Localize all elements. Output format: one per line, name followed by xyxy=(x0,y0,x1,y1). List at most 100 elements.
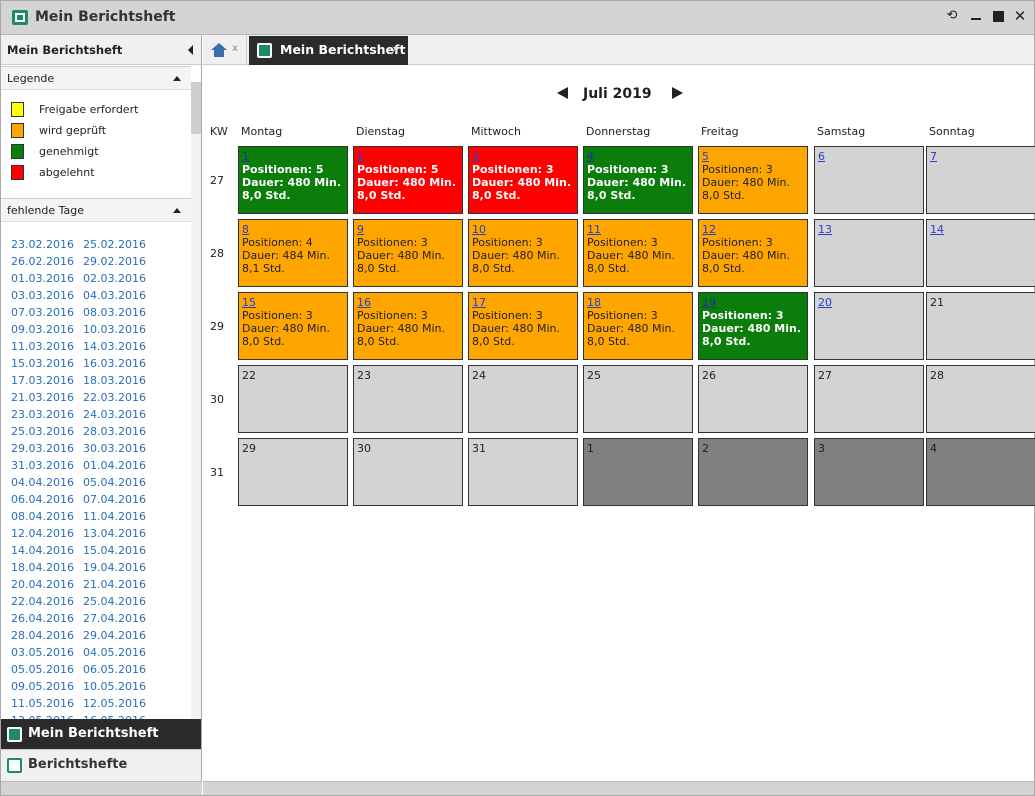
nav-mein-berichtsheft[interactable]: Mein Berichtsheft xyxy=(1,719,201,749)
calendar-day-cell[interactable]: 3 Positionen: 3 Dauer: 480 Min. 8,0 Std. xyxy=(468,146,578,214)
calendar-day-cell[interactable]: 12 Positionen: 3 Dauer: 480 Min. 8,0 Std. xyxy=(698,219,808,287)
calendar-day-cell[interactable]: 1 Positionen: 5 Dauer: 480 Min. 8,0 Std. xyxy=(238,146,348,214)
missing-day-date[interactable]: 15.04.2016 xyxy=(83,544,146,557)
day-number[interactable]: 5 xyxy=(702,150,709,163)
day-number[interactable]: 15 xyxy=(242,296,256,309)
close-icon[interactable]: ✕ xyxy=(1012,8,1028,24)
missing-days-section-header[interactable]: fehlende Tage xyxy=(1,198,191,222)
missing-day-date[interactable]: 06.05.2016 xyxy=(83,663,146,676)
calendar-day-cell[interactable]: 11 Positionen: 3 Dauer: 480 Min. 8,0 Std. xyxy=(583,219,693,287)
day-number[interactable]: 8 xyxy=(242,223,249,236)
missing-day-date[interactable]: 04.04.2016 xyxy=(11,476,74,489)
missing-day-date[interactable]: 02.03.2016 xyxy=(83,272,146,285)
day-number[interactable]: 14 xyxy=(930,223,944,236)
calendar-day-cell[interactable]: 8 Positionen: 4 Dauer: 484 Min. 8,1 Std. xyxy=(238,219,348,287)
missing-day-date[interactable]: 11.05.2016 xyxy=(11,697,74,710)
minimize-icon[interactable] xyxy=(968,8,984,24)
collapse-missing-days-icon[interactable] xyxy=(173,208,181,213)
day-number[interactable]: 17 xyxy=(472,296,486,309)
missing-day-date[interactable]: 18.04.2016 xyxy=(11,561,74,574)
missing-day-date[interactable]: 22.04.2016 xyxy=(11,595,74,608)
nav-berichtshefte[interactable]: Berichtshefte xyxy=(1,749,201,781)
day-number[interactable]: 13 xyxy=(818,223,832,236)
missing-day-date[interactable]: 28.04.2016 xyxy=(11,629,74,642)
day-number[interactable]: 12 xyxy=(702,223,716,236)
calendar-day-cell[interactable]: 2 Positionen: 5 Dauer: 480 Min. 8,0 Std. xyxy=(353,146,463,214)
missing-day-date[interactable]: 26.02.2016 xyxy=(11,255,74,268)
missing-day-date[interactable]: 05.05.2016 xyxy=(11,663,74,676)
sidebar-scrollbar[interactable] xyxy=(191,82,201,720)
calendar-day-cell[interactable]: 20 xyxy=(814,292,924,360)
missing-day-date[interactable]: 01.04.2016 xyxy=(83,459,146,472)
missing-day-date[interactable]: 09.03.2016 xyxy=(11,323,74,336)
day-number[interactable]: 4 xyxy=(587,150,594,163)
day-number[interactable]: 10 xyxy=(472,223,486,236)
missing-day-date[interactable]: 08.04.2016 xyxy=(11,510,74,523)
calendar-day-cell[interactable]: 17 Positionen: 3 Dauer: 480 Min. 8,0 Std. xyxy=(468,292,578,360)
day-number[interactable]: 20 xyxy=(818,296,832,309)
tab-close-icon[interactable]: x xyxy=(392,44,398,55)
missing-day-date[interactable]: 05.04.2016 xyxy=(83,476,146,489)
missing-day-date[interactable]: 16.03.2016 xyxy=(83,357,146,370)
tab-mein-berichtsheft[interactable]: Mein Berichtsheft x xyxy=(249,36,408,65)
missing-day-date[interactable]: 04.05.2016 xyxy=(83,646,146,659)
missing-day-date[interactable]: 30.03.2016 xyxy=(83,442,146,455)
missing-day-date[interactable]: 08.03.2016 xyxy=(83,306,146,319)
missing-day-date[interactable]: 14.03.2016 xyxy=(83,340,146,353)
missing-day-date[interactable]: 17.03.2016 xyxy=(11,374,74,387)
refresh-icon[interactable]: ⟲ xyxy=(944,8,960,24)
missing-day-date[interactable]: 31.03.2016 xyxy=(11,459,74,472)
missing-day-date[interactable]: 13.04.2016 xyxy=(83,527,146,540)
calendar-day-cell[interactable]: 5 Positionen: 3 Dauer: 480 Min. 8,0 Std. xyxy=(698,146,808,214)
collapse-sidebar-icon[interactable] xyxy=(188,45,193,55)
missing-day-date[interactable]: 15.03.2016 xyxy=(11,357,74,370)
day-number[interactable]: 18 xyxy=(587,296,601,309)
calendar-day-cell[interactable]: 10 Positionen: 3 Dauer: 480 Min. 8,0 Std. xyxy=(468,219,578,287)
missing-day-date[interactable]: 25.02.2016 xyxy=(83,238,146,251)
calendar-day-cell[interactable]: 6 xyxy=(814,146,924,214)
missing-day-date[interactable]: 24.03.2016 xyxy=(83,408,146,421)
missing-day-date[interactable]: 06.04.2016 xyxy=(11,493,74,506)
missing-day-date[interactable]: 11.03.2016 xyxy=(11,340,74,353)
missing-day-date[interactable]: 03.05.2016 xyxy=(11,646,74,659)
previous-month-icon[interactable] xyxy=(557,87,568,99)
missing-day-date[interactable]: 21.03.2016 xyxy=(11,391,74,404)
calendar-day-cell[interactable]: 9 Positionen: 3 Dauer: 480 Min. 8,0 Std. xyxy=(353,219,463,287)
day-number[interactable]: 6 xyxy=(818,150,825,163)
missing-day-date[interactable]: 12.04.2016 xyxy=(11,527,74,540)
next-month-icon[interactable] xyxy=(672,87,683,99)
calendar-day-cell[interactable]: 19 Positionen: 3 Dauer: 480 Min. 8,0 Std. xyxy=(698,292,808,360)
missing-day-date[interactable]: 10.03.2016 xyxy=(83,323,146,336)
day-number[interactable]: 2 xyxy=(357,150,364,163)
missing-day-date[interactable]: 14.04.2016 xyxy=(11,544,74,557)
missing-day-date[interactable]: 09.05.2016 xyxy=(11,680,74,693)
missing-day-date[interactable]: 01.03.2016 xyxy=(11,272,74,285)
missing-day-date[interactable]: 28.03.2016 xyxy=(83,425,146,438)
missing-day-date[interactable]: 19.04.2016 xyxy=(83,561,146,574)
missing-day-date[interactable]: 25.04.2016 xyxy=(83,595,146,608)
day-number[interactable]: 11 xyxy=(587,223,601,236)
missing-day-date[interactable]: 23.03.2016 xyxy=(11,408,74,421)
day-number[interactable]: 1 xyxy=(242,150,249,163)
missing-day-date[interactable]: 25.03.2016 xyxy=(11,425,74,438)
day-number[interactable]: 16 xyxy=(357,296,371,309)
missing-day-date[interactable]: 21.04.2016 xyxy=(83,578,146,591)
calendar-day-cell[interactable]: 13 xyxy=(814,219,924,287)
missing-day-date[interactable]: 07.03.2016 xyxy=(11,306,74,319)
missing-day-date[interactable]: 26.04.2016 xyxy=(11,612,74,625)
calendar-day-cell[interactable]: 7 xyxy=(926,146,1035,214)
collapse-legend-icon[interactable] xyxy=(173,76,181,81)
calendar-day-cell[interactable]: 4 Positionen: 3 Dauer: 480 Min. 8,0 Std. xyxy=(583,146,693,214)
sidebar-scrollbar-thumb[interactable] xyxy=(191,82,201,134)
day-number[interactable]: 3 xyxy=(472,150,479,163)
missing-day-date[interactable]: 11.04.2016 xyxy=(83,510,146,523)
calendar-day-cell[interactable]: 18 Positionen: 3 Dauer: 480 Min. 8,0 Std. xyxy=(583,292,693,360)
day-number[interactable]: 19 xyxy=(702,296,716,309)
legend-section-header[interactable]: Legende xyxy=(1,66,191,90)
missing-day-date[interactable]: 29.03.2016 xyxy=(11,442,74,455)
missing-day-date[interactable]: 20.04.2016 xyxy=(11,578,74,591)
missing-day-date[interactable]: 18.03.2016 xyxy=(83,374,146,387)
missing-day-date[interactable]: 29.02.2016 xyxy=(83,255,146,268)
missing-day-date[interactable]: 22.03.2016 xyxy=(83,391,146,404)
missing-day-date[interactable]: 04.03.2016 xyxy=(83,289,146,302)
